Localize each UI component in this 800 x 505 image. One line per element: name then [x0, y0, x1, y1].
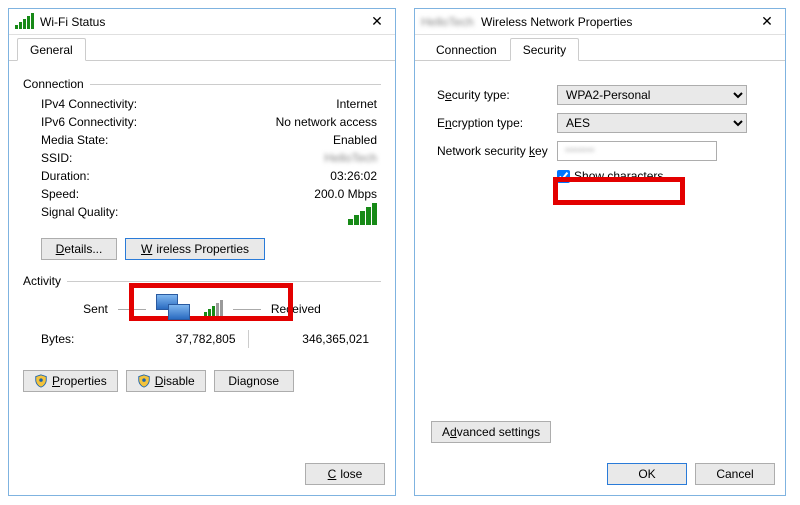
activity-received-label: Received: [271, 302, 321, 316]
line-icon: [233, 309, 261, 310]
signal-quality-icon: [348, 205, 377, 225]
row-speed: Speed: 200.0 Mbps: [23, 185, 381, 203]
title-bar: Wi-Fi Status ✕: [9, 9, 395, 35]
close-icon[interactable]: ✕: [755, 13, 779, 30]
row-bytes: Bytes: 37,782,805 346,365,021: [23, 326, 381, 350]
row-media-state: Media State: Enabled: [23, 131, 381, 149]
bottom-button-row: Properties Disable Diagnose: [23, 370, 381, 392]
tab-security[interactable]: Security: [510, 38, 579, 61]
row-encryption-type: Encryption type: AES: [431, 111, 769, 135]
row-ssid: SSID: HelloTech: [23, 149, 381, 167]
ok-button[interactable]: OK: [607, 463, 687, 485]
network-monitor-icon: [156, 294, 192, 324]
wifi-signal-icon: [15, 15, 34, 29]
line-icon: [118, 309, 146, 310]
wireless-properties-button[interactable]: Wireless Properties: [125, 238, 265, 260]
close-button[interactable]: Close: [305, 463, 385, 485]
shield-icon: [137, 374, 151, 388]
row-ipv4: IPv4 Connectivity: Internet: [23, 95, 381, 113]
advanced-settings-button[interactable]: Advanced settings: [431, 421, 551, 443]
wifi-status-window: Wi-Fi Status ✕ General Connection IPv4 C…: [8, 8, 396, 496]
activity-graphic: Sent Received: [23, 294, 381, 324]
section-connection: Connection: [23, 77, 381, 91]
props-body: Security type: WPA2-Personal Encryption …: [415, 61, 785, 457]
status-footer: Close: [9, 457, 395, 495]
tab-connection[interactable]: Connection: [423, 38, 510, 61]
row-duration: Duration: 03:26:02: [23, 167, 381, 185]
encryption-type-select[interactable]: AES: [557, 113, 747, 133]
row-show-characters: Show characters: [431, 167, 769, 185]
bytes-sent-value: 37,782,805: [121, 332, 242, 346]
row-ipv6: IPv6 Connectivity: No network access: [23, 113, 381, 131]
disable-button[interactable]: Disable: [126, 370, 206, 392]
show-characters-checkbox[interactable]: Show characters: [557, 169, 765, 183]
row-signal-quality: Signal Quality:: [23, 203, 381, 230]
tab-strip: General: [9, 35, 395, 61]
props-footer: OK Cancel: [415, 457, 785, 495]
bytes-received-value: 346,365,021: [255, 332, 374, 346]
security-type-select[interactable]: WPA2-Personal: [557, 85, 747, 105]
row-security-type: Security type: WPA2-Personal: [431, 83, 769, 107]
properties-button[interactable]: Properties: [23, 370, 118, 392]
diagnose-button[interactable]: Diagnose: [214, 370, 294, 392]
status-body: Connection IPv4 Connectivity: Internet I…: [9, 61, 395, 457]
section-activity: Activity: [23, 274, 381, 288]
separator: [248, 330, 249, 348]
tab-general[interactable]: General: [17, 38, 86, 61]
activity-sent-label: Sent: [83, 302, 108, 316]
row-network-key: Network security key •••••••: [431, 139, 769, 163]
wireless-properties-window: HelloTech Wireless Network Properties ✕ …: [414, 8, 786, 496]
window-title: HelloTech Wireless Network Properties: [421, 15, 755, 29]
tab-strip: Connection Security: [415, 35, 785, 61]
title-bar: HelloTech Wireless Network Properties ✕: [415, 9, 785, 35]
details-button[interactable]: Details...: [41, 238, 117, 260]
show-characters-input[interactable]: [557, 170, 570, 183]
cancel-button[interactable]: Cancel: [695, 463, 775, 485]
shield-icon: [34, 374, 48, 388]
connection-button-row: Details... Wireless Properties: [23, 238, 381, 260]
activity-bars-icon: [204, 302, 223, 316]
window-title: Wi-Fi Status: [40, 15, 365, 29]
close-icon[interactable]: ✕: [365, 13, 389, 30]
ssid-value: HelloTech: [324, 151, 377, 165]
